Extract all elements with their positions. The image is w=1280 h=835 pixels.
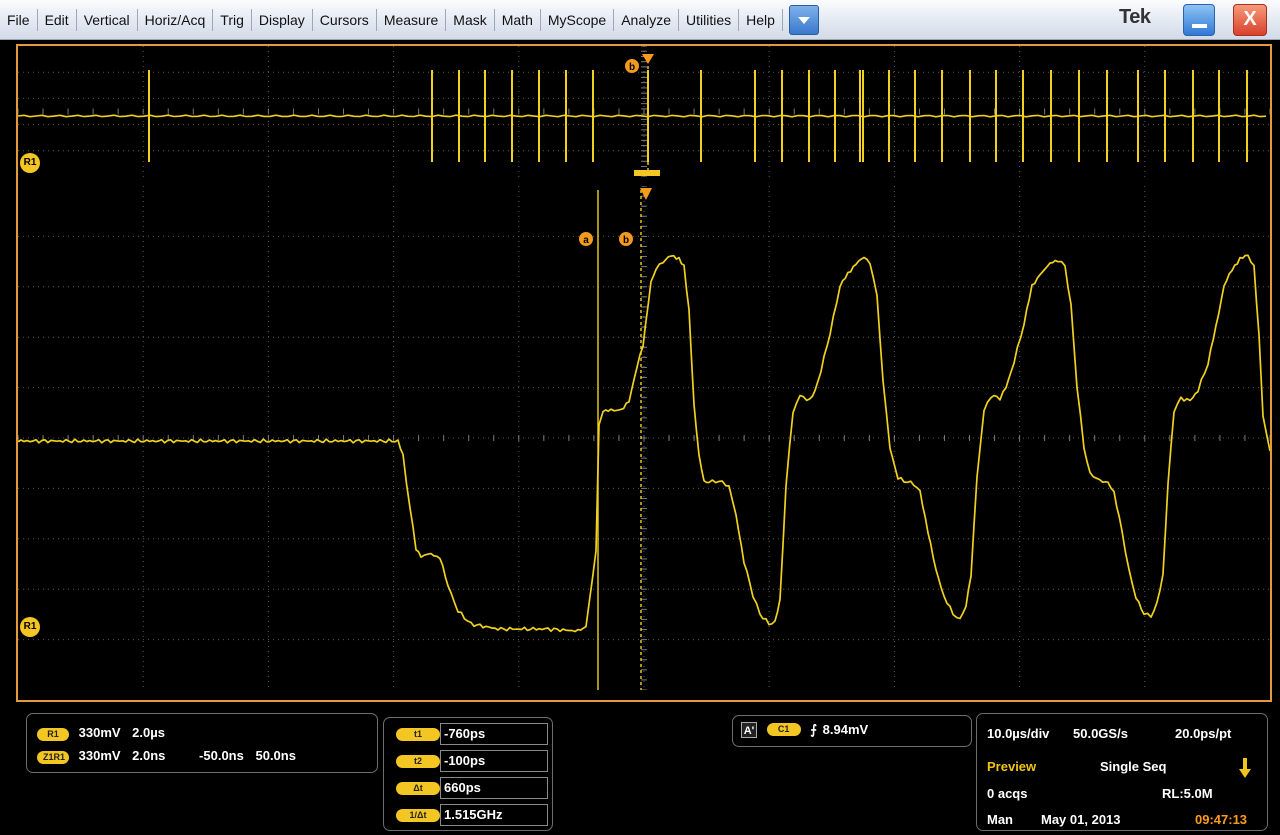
menu-cursors[interactable]: Cursors [313, 9, 377, 31]
menu-items: File Edit Vertical Horiz/Acq Trig Displa… [0, 0, 819, 40]
menu-help[interactable]: Help [739, 9, 783, 31]
reference-marker-zoom[interactable]: R1 [20, 617, 40, 637]
cursor-delta-value: 660ps [440, 777, 548, 799]
zoom-channel-badge: Z1R1 [37, 751, 69, 764]
cursor-readout-panel[interactable]: t1 -760ps t2 -100ps Δt 660ps 1/Δt 1.515G… [383, 717, 553, 831]
menu-math[interactable]: Math [495, 9, 541, 31]
control-mode: Man [987, 812, 1013, 827]
overview-grid [18, 46, 1270, 177]
cursor-t2-value: -100ps [440, 750, 548, 772]
status-area: R1 330mV 2.0µs Z1R1 330mV 2.0ns -50.0ns … [0, 705, 1280, 835]
time-resolution: 20.0ps/pt [1175, 726, 1232, 741]
cursor-t2-badge: t2 [396, 755, 440, 768]
ref-channel-row[interactable]: R1 330mV 2.0µs [37, 725, 165, 741]
ref-channel-scale: 330mV [78, 725, 121, 740]
menu-edit[interactable]: Edit [38, 9, 77, 31]
channel-readout-panel[interactable]: R1 330mV 2.0µs Z1R1 330mV 2.0ns -50.0ns … [26, 713, 378, 773]
acquisition-time: 09:47:13 [1195, 812, 1248, 827]
overview-cursor-b-label: b [629, 62, 635, 73]
record-length: RL:5.0M [1162, 786, 1213, 801]
menu-measure[interactable]: Measure [377, 9, 447, 31]
menu-trig[interactable]: Trig [213, 9, 252, 31]
menu-horiz-acq[interactable]: Horiz/Acq [138, 9, 214, 31]
zoom-window-indicator[interactable] [634, 170, 660, 176]
zoom-plot: a b [18, 186, 1270, 690]
rising-edge-icon: ⨍ [810, 722, 818, 737]
cursor-delta-badge: Δt [396, 782, 440, 795]
trigger-source-badge: C1 [766, 723, 801, 736]
overview-trigger-marker[interactable] [642, 54, 654, 64]
time-per-div: 10.0µs/div [987, 726, 1050, 741]
overview-graticule[interactable]: b R1 [18, 46, 1270, 177]
trigger-readout-panel[interactable]: A' C1 ⨍ 8.94mV [732, 715, 972, 747]
trigger-row: A' C1 ⨍ 8.94mV [741, 722, 868, 738]
menu-display[interactable]: Display [252, 9, 313, 31]
overview-plot: b [18, 46, 1270, 177]
ref-channel-time: 2.0µs [132, 725, 165, 740]
menu-analyze[interactable]: Analyze [614, 9, 680, 31]
run-stop-arrow-icon[interactable] [1239, 758, 1251, 780]
trigger-mode-badge: A' [741, 722, 757, 738]
zoom-channel-scale: 330mV [78, 748, 121, 763]
brand-logo: Tek [1119, 6, 1151, 28]
cursor-frequency-value: 1.515GHz [440, 804, 548, 826]
zoom-cursor-a-label: a [583, 235, 589, 246]
acquisition-mode: Preview [987, 759, 1037, 774]
trigger-level: 8.94mV [822, 722, 869, 737]
acquisition-panel[interactable]: 10.0µs/div 50.0GS/s 20.0ps/pt Preview Si… [976, 713, 1268, 831]
cursor-frequency-badge: 1/Δt [396, 809, 440, 822]
menu-dropdown-button[interactable] [788, 5, 819, 35]
zoom-span: 50.0ns [255, 748, 296, 763]
sample-rate: 50.0GS/s [1073, 726, 1128, 741]
minimize-button[interactable] [1183, 4, 1215, 36]
reference-marker-overview[interactable]: R1 [20, 153, 40, 173]
menu-bar: File Edit Vertical Horiz/Acq Trig Displa… [0, 0, 1280, 40]
oscilloscope-app: File Edit Vertical Horiz/Acq Trig Displa… [0, 0, 1280, 835]
zoom-cursor-b-label: b [623, 235, 629, 246]
menu-vertical[interactable]: Vertical [77, 9, 138, 31]
cursor-t1-badge: t1 [396, 728, 440, 741]
zoom-channel-time: 2.0ns [132, 748, 166, 763]
acquisition-count: 0 acqs [987, 786, 1028, 801]
acquisition-date: May 01, 2013 [1041, 812, 1121, 827]
cursor-t1-value: -760ps [440, 723, 548, 745]
chevron-down-icon [797, 16, 810, 24]
acquisition-sequence: Single Seq [1100, 759, 1167, 774]
zoom-graticule[interactable]: a b R1 [18, 186, 1270, 690]
menu-myscope[interactable]: MyScope [541, 9, 615, 31]
minimize-icon [1192, 24, 1207, 28]
menu-utilities[interactable]: Utilities [679, 9, 740, 31]
zoom-position: -50.0ns [199, 748, 244, 763]
menu-file[interactable]: File [0, 9, 38, 31]
menu-mask[interactable]: Mask [446, 9, 495, 31]
close-button[interactable]: X [1233, 4, 1267, 36]
ref-channel-badge: R1 [37, 728, 69, 741]
zoom-channel-row[interactable]: Z1R1 330mV 2.0ns -50.0ns 50.0ns [37, 748, 296, 764]
zoom-trigger-marker[interactable] [640, 188, 652, 200]
